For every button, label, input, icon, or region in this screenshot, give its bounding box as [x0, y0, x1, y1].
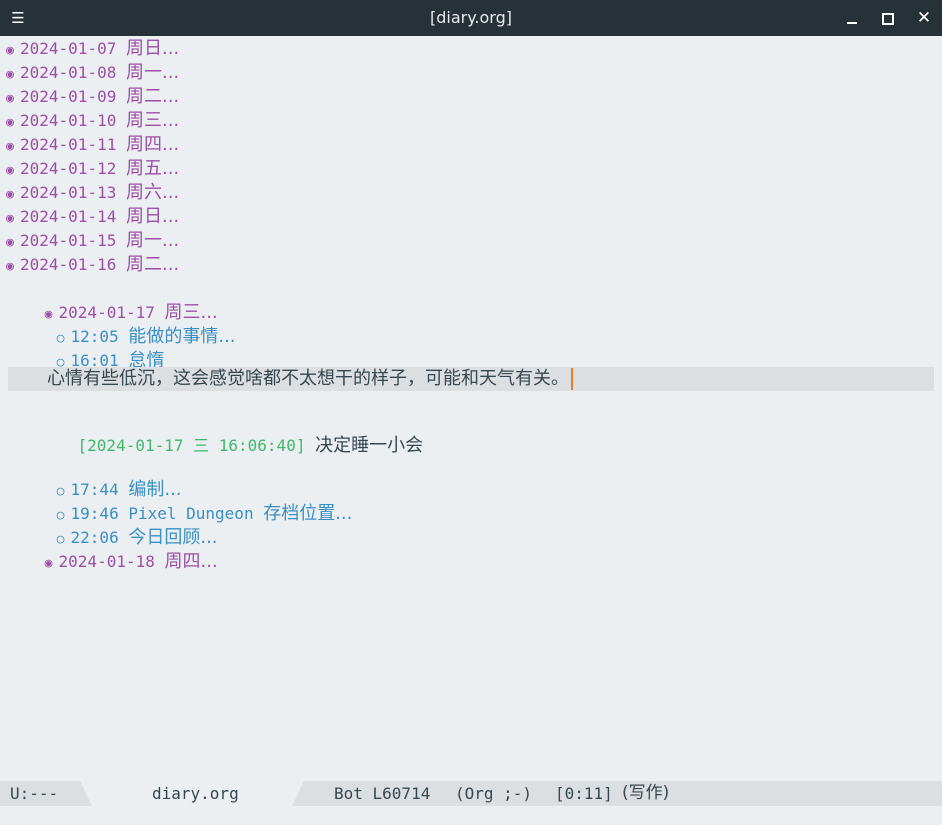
heading-day[interactable]: ◉ 2024-01-15 周一...: [0, 229, 179, 253]
heading-date: 2024-01-18: [58, 552, 155, 571]
heading-day[interactable]: ◉ 2024-01-09 周二...: [0, 85, 179, 109]
heading-date: 2024-01-14: [20, 207, 117, 226]
heading-bullet-icon: ◉: [6, 187, 14, 202]
log-timestamp[interactable]: [2024-01-17 三 16:06:40]: [78, 436, 306, 455]
heading-dow: 周六...: [125, 182, 180, 203]
mode-line-extra: (写作): [622, 783, 670, 803]
heading-date: 2024-01-09: [20, 87, 117, 106]
body-text-content: 心情有些低沉，这会感觉啥都不太想干的样子，可能和天气有关。: [47, 368, 569, 389]
heading-dow: 周四...: [164, 551, 218, 572]
heading-entry[interactable]: ○ 22:06 今日回顾...: [0, 502, 218, 548]
heading-bullet-icon: ◉: [6, 67, 14, 82]
close-icon[interactable]: ✕: [912, 6, 936, 30]
heading-bullet-icon: ◉: [6, 259, 14, 274]
heading-dow: 周四...: [125, 134, 180, 155]
heading-bullet-icon: ◉: [6, 43, 14, 58]
text-cursor: [571, 368, 573, 390]
heading-entry[interactable]: ○ 16:01 怠惰: [0, 325, 165, 371]
minimize-icon[interactable]: [840, 6, 864, 30]
heading-date: 2024-01-10: [20, 111, 117, 130]
heading-day[interactable]: ◉ 2024-01-11 周四...: [0, 133, 179, 157]
editor-buffer[interactable]: ◉ 2024-01-07 周日... ◉ 2024-01-08 周一... ◉ 2024-…: [0, 36, 942, 780]
heading-dow: 周五...: [125, 158, 180, 179]
heading-dow: 周一...: [125, 62, 180, 83]
heading-day[interactable]: ◉ 2024-01-17 周三...: [0, 277, 218, 323]
heading-date: 2024-01-08: [20, 63, 117, 82]
heading-dow: 周三...: [125, 110, 180, 131]
heading-bullet-icon: ◉: [6, 163, 14, 178]
mode-line-state: U:---: [10, 784, 59, 803]
mode-line-major-mode[interactable]: (Org ;-): [455, 781, 532, 806]
current-line[interactable]: 心情有些低沉，这会感觉啥都不太想干的样子，可能和天气有关。: [8, 367, 934, 391]
body-text[interactable]: 心情有些低沉，这会感觉啥都不太想干的样子，可能和天气有关。: [47, 367, 573, 391]
maximize-icon[interactable]: [875, 6, 899, 30]
heading-day[interactable]: ◉ 2024-01-13 周六...: [0, 181, 179, 205]
heading-day[interactable]: ◉ 2024-01-16 周二...: [0, 253, 179, 277]
mode-line: U:--- diary.org Bot L60714 (Org ;-) [0:1…: [0, 781, 942, 806]
entry-title: 存档位置...: [263, 503, 353, 524]
heading-bullet-icon: ◉: [6, 211, 14, 226]
mode-line-buffer-name[interactable]: diary.org: [152, 781, 239, 806]
heading-dow: 周二...: [125, 86, 180, 107]
heading-day[interactable]: ◉ 2024-01-10 周三...: [0, 109, 179, 133]
heading-date: 2024-01-12: [20, 159, 117, 178]
heading-bullet-icon: ◉: [6, 139, 14, 154]
heading-dow: 周日...: [125, 38, 180, 59]
mode-line-position: Bot L60714: [334, 784, 431, 803]
heading-day[interactable]: ◉ 2024-01-08 周一...: [0, 61, 179, 85]
heading-date: 2024-01-07: [20, 39, 117, 58]
log-text: 决定睡一小会: [315, 435, 424, 456]
heading-dow: 周二...: [125, 254, 180, 275]
heading-day[interactable]: ◉ 2024-01-14 周日...: [0, 205, 179, 229]
heading-bullet-icon: ◉: [44, 556, 53, 571]
heading-date: 2024-01-11: [20, 135, 117, 154]
minibuffer[interactable]: [0, 806, 942, 825]
heading-day[interactable]: ◉ 2024-01-18 周四...: [0, 526, 218, 572]
heading-bullet-icon: ◉: [6, 91, 14, 106]
mode-line-clock: [0:11]: [555, 784, 613, 803]
log-entry[interactable]: [2024-01-17 三 16:06:40] 决定睡一小会: [39, 410, 424, 456]
heading-dow: 周一...: [125, 230, 180, 251]
window-title: [diary.org]: [430, 8, 512, 27]
title-bar: ☰ [diary.org] ✕: [0, 0, 942, 36]
heading-date: 2024-01-16: [20, 255, 117, 274]
heading-entry[interactable]: ○ 19:46 Pixel Dungeon 存档位置...: [0, 478, 353, 524]
heading-bullet-icon: ◉: [6, 115, 14, 130]
heading-day[interactable]: ◉ 2024-01-12 周五...: [0, 157, 179, 181]
heading-bullet-icon: ◉: [6, 235, 14, 250]
heading-entry[interactable]: ○ 12:05 能做的事情...: [0, 301, 236, 347]
heading-date: 2024-01-15: [20, 231, 117, 250]
heading-dow: 周日...: [125, 206, 180, 227]
heading-day[interactable]: ◉ 2024-01-07 周日...: [0, 37, 179, 61]
heading-date: 2024-01-13: [20, 183, 117, 202]
heading-entry[interactable]: ○ 17:44 编制...: [0, 454, 182, 500]
